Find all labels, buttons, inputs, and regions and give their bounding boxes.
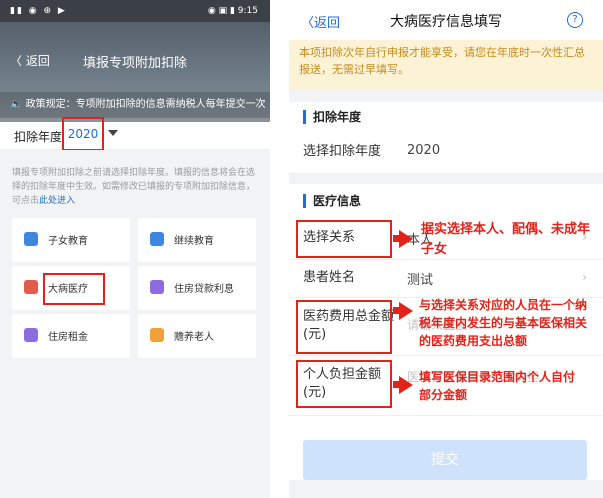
submit-button[interactable]: 提交 <box>303 440 587 480</box>
status-icons-right: ◉ ▣ ▮ 9:15 <box>207 6 258 16</box>
house-icon <box>150 280 164 294</box>
status-bar: ▮▮ ◉ ⊕ ▶ ◉ ▣ ▮ 9:15 <box>0 0 270 22</box>
deduction-year-label: 扣除年度 <box>14 130 63 144</box>
deduction-year-select[interactable]: 2020 <box>62 117 104 151</box>
deduction-year-bar: 扣除年度 <box>0 122 270 150</box>
tile-mortgage-interest[interactable]: 住房贷款利息 <box>138 266 256 310</box>
section-title: 扣除年度 <box>313 110 362 124</box>
arrow-right-icon <box>399 376 413 394</box>
page-title: 大病医疗信息填写 <box>390 14 502 30</box>
screenshot-composite: ▮▮ ◉ ⊕ ▶ ◉ ▣ ▮ 9:15 〈 返回 填报专项附加扣除 🔈 政策规定… <box>0 0 603 498</box>
year-row[interactable]: 选择扣除年度 2020 <box>289 130 603 174</box>
highlight-box-serious-illness <box>43 273 105 305</box>
patient-name-label: 患者姓名 <box>303 270 356 285</box>
tile-children-education[interactable]: 子女教育 <box>12 218 130 262</box>
graduation-cap-icon <box>150 232 164 246</box>
tile-housing-rent[interactable]: 住房租金 <box>12 314 130 358</box>
medical-kit-icon <box>24 280 38 294</box>
enter-here-link[interactable]: 此处进入 <box>39 196 75 206</box>
arrow-right-icon <box>399 230 413 248</box>
footer-space <box>289 480 603 498</box>
annotation-relation: 据实选择本人、配偶、未成年子女 <box>421 222 591 257</box>
tile-continuing-education[interactable]: 继续教育 <box>138 218 256 262</box>
divider <box>289 174 603 184</box>
instruction-text: 填报专项附加扣除之前请选择扣除年度。填报的信息将会在选择的扣除年度中生效。如需修… <box>12 166 260 208</box>
help-icon[interactable]: ? <box>567 12 583 28</box>
tip-banner: 本项扣除次年自行申报才能享受，请您在年底时一次性汇总报送，无需过早填写。 <box>289 40 603 90</box>
divider <box>289 90 603 102</box>
left-phone-screen: ▮▮ ◉ ⊕ ▶ ◉ ▣ ▮ 9:15 〈 返回 填报专项附加扣除 🔈 政策规定… <box>0 0 270 498</box>
tile-label: 继续教育 <box>174 236 214 247</box>
tile-label: 住房租金 <box>48 332 88 343</box>
patient-name-row[interactable]: 患者姓名 测试 › <box>289 260 603 298</box>
caret-down-icon[interactable] <box>108 130 118 136</box>
annotation-total-cost: 与选择关系对应的人员在一个纳税年度内发生的与基本医保相关的医药费用支出总额 <box>419 298 588 348</box>
section-title: 医疗信息 <box>313 194 362 208</box>
patient-name-value: 测试 <box>407 273 434 288</box>
policy-notice: 🔈 政策规定：专项附加扣除的信息需纳税人每年提交一次 <box>0 92 270 118</box>
year-row-label: 选择扣除年度 <box>303 144 382 159</box>
highlight-box-relation <box>296 220 392 258</box>
annotation-self-pay: 填写医保目录范围内个人自付部分金额 <box>419 370 576 402</box>
highlight-box-self-pay <box>296 360 392 408</box>
highlight-box-total-cost <box>296 300 392 354</box>
status-icons-left: ▮▮ ◉ ⊕ ▶ <box>10 6 67 16</box>
page-title: 填报专项附加扣除 <box>82 56 187 71</box>
section-marker <box>303 110 306 124</box>
section-medical-info: 医疗信息 <box>289 188 603 212</box>
year-row-value: 2020 <box>407 143 441 158</box>
arrow-right-icon <box>399 302 413 320</box>
books-icon <box>24 232 38 246</box>
tile-label: 赡养老人 <box>174 332 214 343</box>
right-phone-screen: 〈返回 大病医疗信息填写 ? 本项扣除次年自行申报才能享受，请您在年底时一次性汇… <box>289 0 603 498</box>
tile-elderly-support[interactable]: 赡养老人 <box>138 314 256 358</box>
nav-bar: 〈返回 大病医疗信息填写 ? <box>289 0 603 40</box>
chevron-right-icon: › <box>582 270 587 284</box>
section-deduction-year: 扣除年度 <box>289 104 603 128</box>
section-marker <box>303 194 306 208</box>
tile-label: 子女教育 <box>48 236 88 247</box>
tile-label: 住房贷款利息 <box>174 284 234 295</box>
key-icon <box>24 328 38 342</box>
elderly-person-icon <box>150 328 164 342</box>
